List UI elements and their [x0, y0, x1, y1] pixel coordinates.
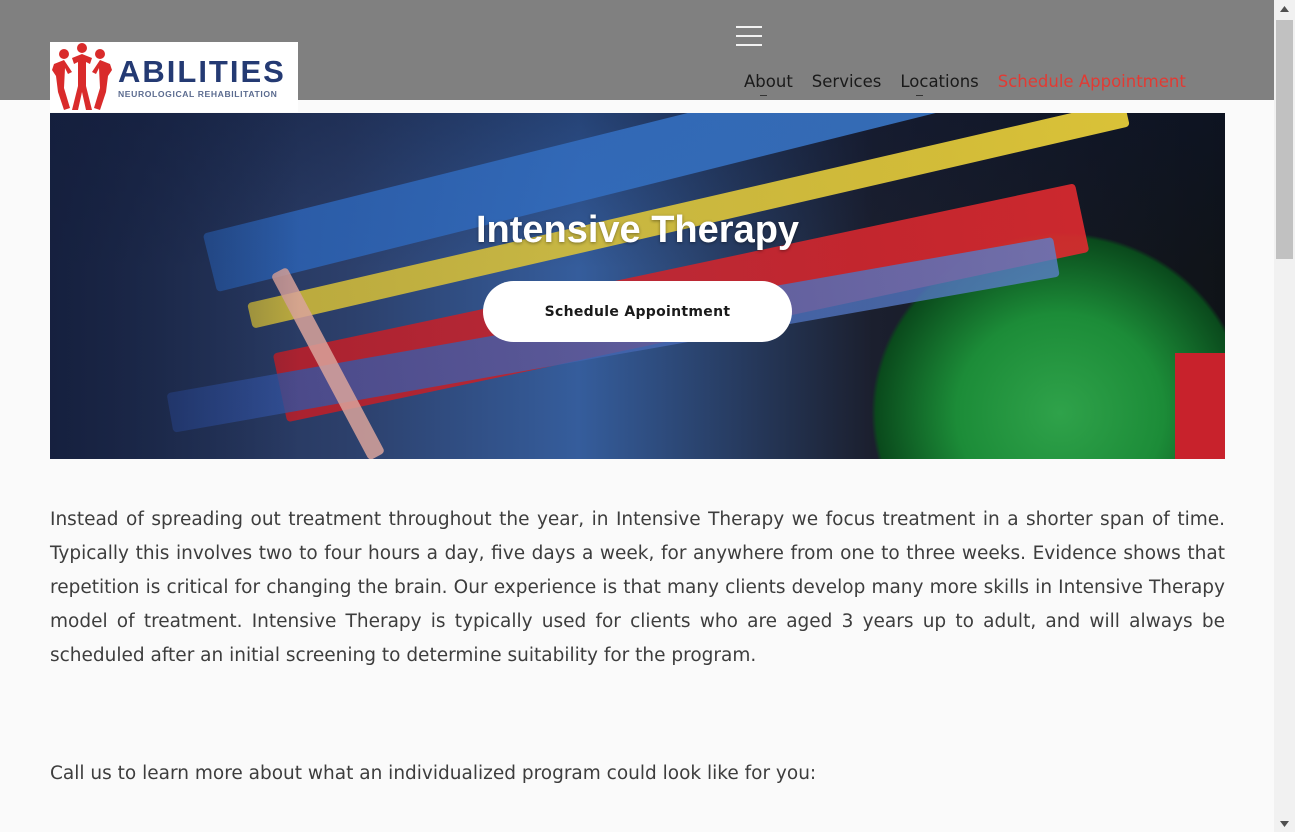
hero-image-band: [50, 113, 300, 459]
nav-schedule-appointment-link[interactable]: Schedule Appointment: [998, 72, 1186, 91]
hero-schedule-appointment-button[interactable]: Schedule Appointment: [483, 281, 792, 342]
hamburger-menu-icon[interactable]: [736, 26, 762, 46]
vertical-scrollbar[interactable]: [1274, 0, 1295, 832]
scroll-up-arrow-icon[interactable]: [1274, 0, 1295, 17]
nav-services-link[interactable]: Services: [812, 72, 882, 91]
main-content: Instead of spreading out treatment throu…: [50, 503, 1225, 791]
hero-banner: Intensive Therapy Schedule Appointment: [50, 113, 1225, 459]
brand-tagline: NEUROLOGICAL REHABILITATION: [118, 88, 278, 99]
main-nav: About Services Locations Schedule Appoin…: [744, 72, 1186, 96]
hero-title: Intensive Therapy: [475, 209, 800, 251]
nav-locations-link[interactable]: Locations: [900, 72, 979, 96]
scrollbar-thumb[interactable]: [1276, 20, 1293, 259]
figures-logo-icon: [52, 43, 112, 110]
nav-about-link[interactable]: About: [744, 72, 793, 96]
site-logo[interactable]: ABILITIES NEUROLOGICAL REHABILITATION: [50, 42, 298, 112]
call-to-action-text: Call us to learn more about what an indi…: [50, 763, 817, 784]
logo-text: ABILITIES NEUROLOGICAL REHABILITATION: [118, 56, 286, 99]
brand-name: ABILITIES: [118, 53, 286, 89]
scroll-down-arrow-icon[interactable]: [1274, 815, 1295, 832]
intro-paragraph: Instead of spreading out treatment throu…: [50, 509, 1225, 666]
hero-image-band: [1175, 353, 1225, 459]
